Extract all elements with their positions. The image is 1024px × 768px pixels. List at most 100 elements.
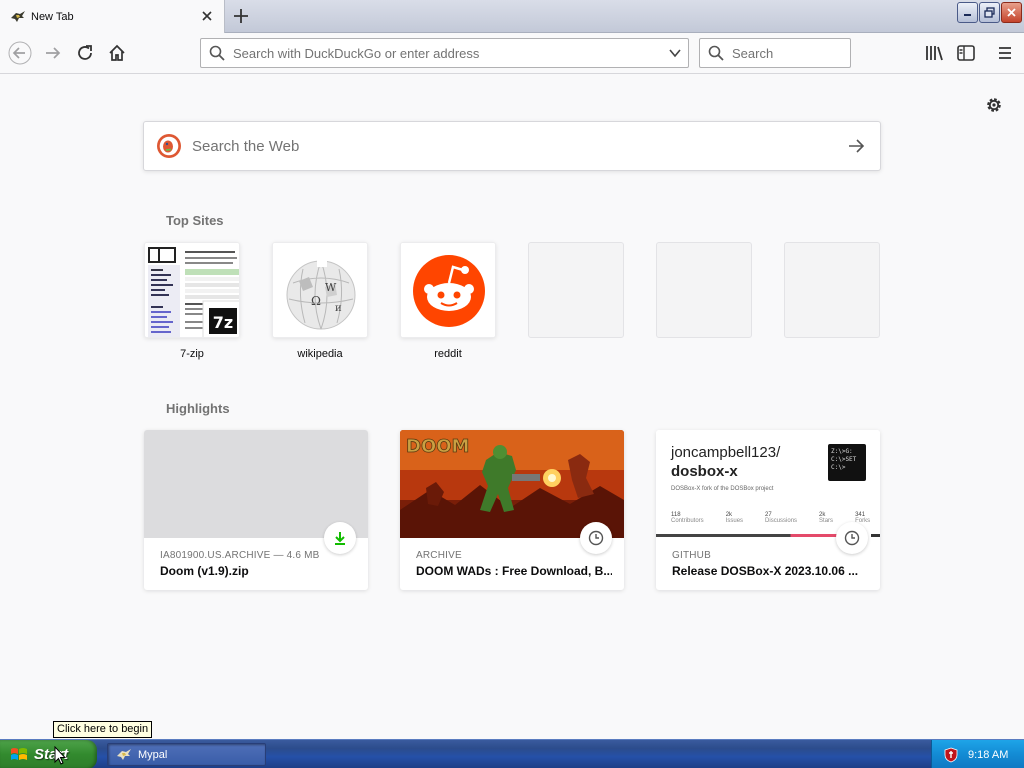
forward-button[interactable] [41, 41, 65, 65]
top-site-empty-slot[interactable] [528, 242, 624, 338]
top-site-empty-slot[interactable] [784, 242, 880, 338]
tab-new-tab[interactable]: New Tab [0, 0, 225, 33]
logo-line: C:\>SET [831, 456, 857, 463]
sidebar-icon [957, 45, 975, 61]
mypal-icon [117, 748, 131, 760]
site-label: 7-zip [180, 348, 204, 360]
clock-icon [844, 530, 860, 546]
download-icon [335, 532, 345, 545]
card-title: Doom (v1.9).zip [160, 564, 249, 578]
arrow-right-icon[interactable] [846, 136, 866, 156]
new-tab-button[interactable] [230, 5, 252, 27]
tab-strip: New Tab [0, 0, 1024, 33]
home-button[interactable] [105, 41, 129, 65]
repo-stat: 118 Contributors [671, 512, 704, 524]
empty-site-tile [656, 242, 752, 338]
svg-text:Ω: Ω [311, 294, 321, 308]
window-controls [957, 2, 1022, 23]
navigation-toolbar [0, 33, 1024, 74]
site-thumbnail: 7z [144, 242, 240, 338]
system-tray: 9:18 AM [931, 740, 1024, 768]
card-context: IA801900.US.ARCHIVE — 4.6 MB [160, 550, 320, 561]
windows-logo-icon [11, 747, 27, 760]
empty-site-tile [528, 242, 624, 338]
site-thumbnail: Ω W и [272, 242, 368, 338]
repo-stats: 118 Contributors 2k Issues 27 Discussions 2… [671, 512, 870, 524]
reload-button[interactable] [73, 41, 97, 65]
security-shield-icon[interactable] [944, 747, 958, 763]
url-input[interactable] [233, 45, 653, 61]
reload-icon [78, 45, 92, 60]
start-tooltip: Click here to begin [53, 721, 153, 738]
reddit-icon [401, 243, 495, 337]
search-input[interactable] [732, 45, 842, 61]
site-thumbnail [400, 242, 496, 338]
highlights-title: Highlights [166, 401, 230, 416]
top-site-reddit[interactable]: reddit [400, 242, 496, 360]
repo-owner: joncampbell123/ [671, 444, 781, 461]
card-context: ARCHIVE [416, 550, 462, 561]
close-window-button[interactable] [1001, 2, 1022, 23]
site-label: reddit [434, 348, 462, 360]
tab-title: New Tab [31, 10, 74, 23]
top-site-empty-slot[interactable] [656, 242, 752, 338]
minimize-button[interactable] [957, 2, 978, 23]
stat-label: Contributors [671, 518, 704, 524]
back-arrow-icon [8, 41, 32, 65]
web-search-box[interactable]: Search the Web [143, 121, 881, 171]
new-tab-page: Search the Web Top Sites 7z 7-zip Ω W и … [0, 75, 1024, 739]
download-badge [324, 522, 356, 554]
taskbar: Start Mypal 9:18 AM [0, 739, 1024, 768]
restore-button[interactable] [979, 2, 1000, 23]
top-site-wikipedia[interactable]: Ω W и wikipedia [272, 242, 368, 360]
7zip-page-thumbnail: 7z [145, 243, 239, 337]
highlight-card[interactable]: DOOM ARCHIVE DOOM WADs : Free Download, … [400, 430, 624, 590]
stat-label: Stars [819, 518, 834, 524]
taskbar-item-label: Mypal [138, 748, 168, 761]
duckduckgo-icon [157, 134, 181, 158]
web-search-placeholder: Search the Web [192, 137, 300, 155]
card-context: GITHUB [672, 550, 711, 561]
card-title: Release DOSBox-X 2023.10.06 ... [672, 564, 859, 578]
search-bar[interactable] [699, 38, 851, 68]
forward-arrow-icon [46, 47, 61, 59]
repo-stat: 27 Discussions [765, 512, 797, 524]
start-button[interactable]: Start [0, 740, 97, 768]
recent-badge [836, 522, 868, 554]
minimize-icon [964, 14, 971, 16]
url-bar[interactable] [200, 38, 689, 68]
sidebar-button[interactable] [954, 41, 978, 65]
svg-text:DOOM: DOOM [406, 436, 469, 457]
stat-label: Issues [725, 518, 744, 524]
repo-stat: 2k Stars [819, 512, 833, 524]
gear-icon[interactable] [984, 95, 1004, 115]
close-tab-icon[interactable] [200, 9, 214, 23]
top-sites-title: Top Sites [166, 213, 224, 228]
svg-text:7z: 7z [213, 313, 233, 332]
back-button[interactable] [8, 41, 32, 65]
taskbar-item-mypal[interactable]: Mypal [107, 743, 266, 766]
repo-stat: 2k Issues [726, 512, 743, 524]
mypal-icon [11, 10, 25, 22]
menu-button[interactable] [993, 41, 1017, 65]
library-icon [926, 46, 943, 61]
recent-badge [580, 522, 612, 554]
repo-description: DOSBox-X fork of the DOSBox project [671, 486, 774, 492]
restore-icon [984, 7, 995, 18]
svg-text:и: и [335, 303, 342, 314]
library-button[interactable] [922, 41, 946, 65]
site-label: wikipedia [297, 348, 343, 360]
mouse-cursor-icon [54, 746, 66, 765]
top-site-7zip[interactable]: 7z 7-zip [144, 242, 240, 360]
chevron-down-icon[interactable] [668, 46, 682, 60]
highlight-card[interactable]: IA801900.US.ARCHIVE — 4.6 MB Doom (v1.9)… [144, 430, 368, 590]
hamburger-menu-icon [999, 47, 1011, 59]
repo-name: dosbox-x [671, 463, 738, 480]
highlight-card[interactable]: joncampbell123/ dosbox-x DOSBox-X fork o… [656, 430, 880, 590]
empty-site-tile [784, 242, 880, 338]
clock: 9:18 AM [968, 748, 1009, 761]
stat-label: Discussions [765, 518, 798, 524]
logo-line: C:\> [831, 464, 846, 471]
card-title: DOOM WADs : Free Download, B... [416, 564, 612, 578]
wikipedia-globe-icon: Ω W и [273, 243, 367, 337]
